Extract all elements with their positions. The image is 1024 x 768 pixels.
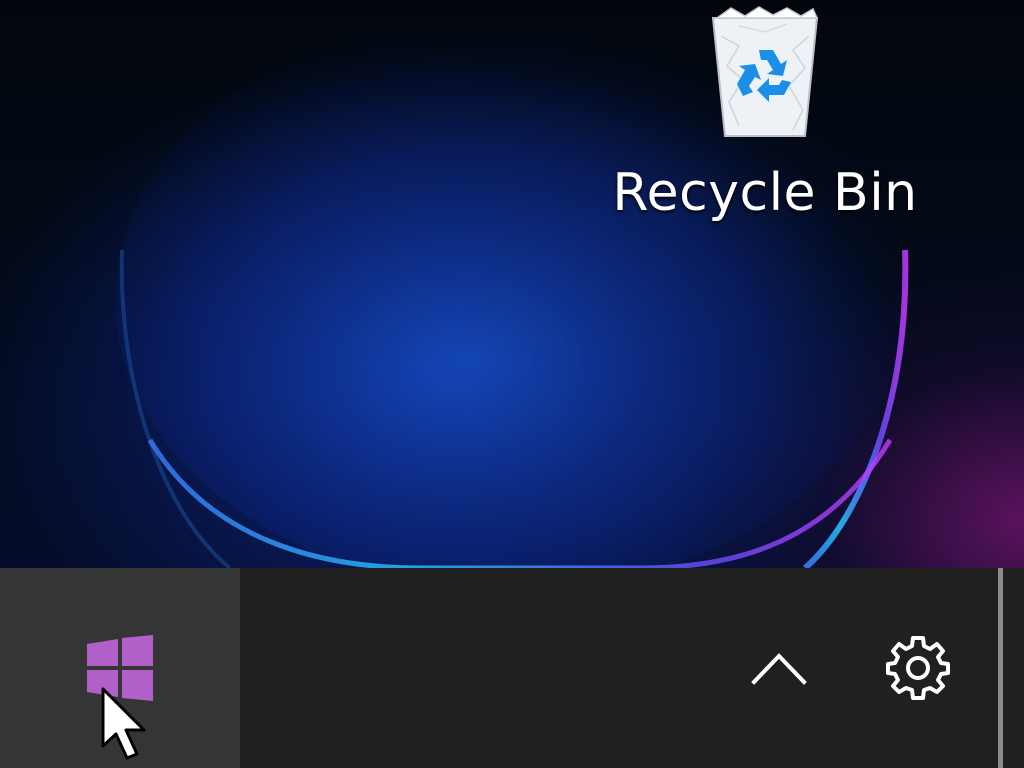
windows-logo-icon — [87, 635, 153, 701]
recycle-bin-shortcut[interactable]: Recycle Bin — [610, 6, 920, 234]
taskbar-edge-divider — [998, 568, 1003, 768]
start-button[interactable] — [0, 568, 240, 768]
gear-icon[interactable] — [884, 634, 952, 702]
recycle-bin-label: Recycle Bin — [612, 163, 918, 223]
taskbar — [0, 568, 1024, 768]
chevron-up-icon[interactable] — [744, 646, 814, 690]
desktop-background: Recycle Bin — [0, 0, 1024, 568]
recycle-bin-icon — [711, 6, 819, 137]
